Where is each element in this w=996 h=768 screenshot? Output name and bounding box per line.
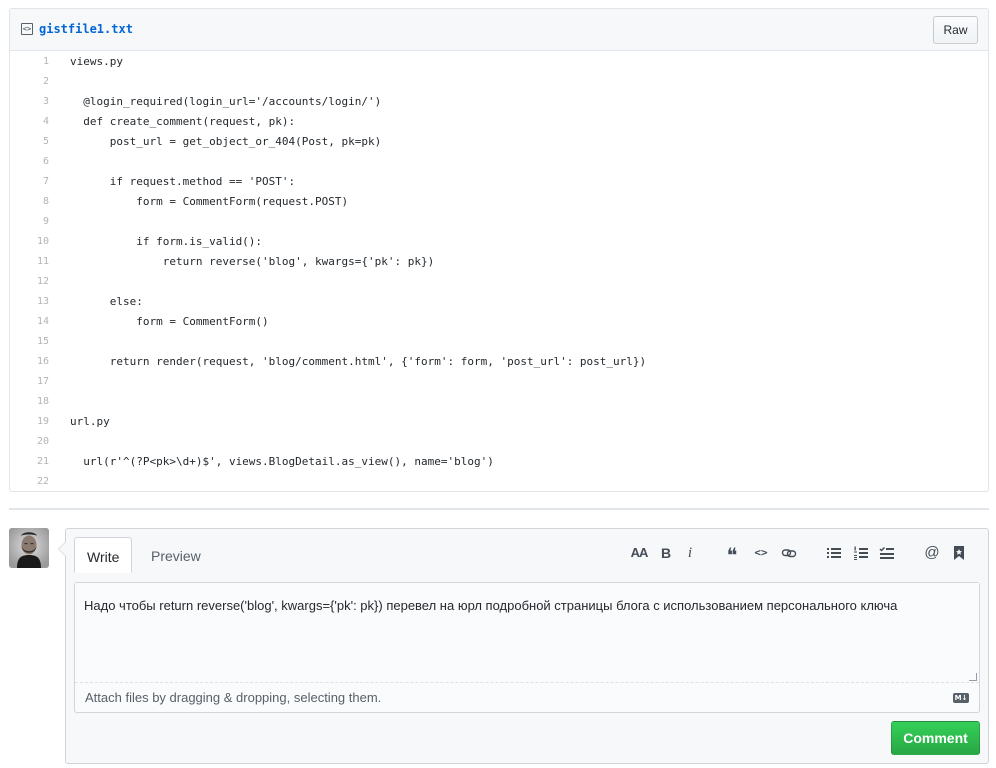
avatar[interactable] bbox=[9, 528, 49, 568]
raw-button[interactable]: Raw bbox=[933, 16, 978, 44]
line-number[interactable]: 6 bbox=[10, 156, 59, 167]
code-line: 7 if request.method == 'POST': bbox=[10, 171, 988, 191]
line-number[interactable]: 13 bbox=[10, 296, 59, 307]
code-line: 12 bbox=[10, 271, 988, 291]
italic-icon[interactable]: i bbox=[679, 541, 701, 565]
code-line: 11 return reverse('blog', kwargs={'pk': … bbox=[10, 251, 988, 271]
line-number[interactable]: 4 bbox=[10, 116, 59, 127]
code-line: 17 bbox=[10, 371, 988, 391]
tab-preview[interactable]: Preview bbox=[139, 537, 213, 573]
line-number[interactable]: 11 bbox=[10, 256, 59, 267]
code-line: 9 bbox=[10, 211, 988, 231]
line-number[interactable]: 22 bbox=[10, 476, 59, 487]
line-code: form = CommentForm(request.POST) bbox=[70, 194, 349, 208]
line-number[interactable]: 5 bbox=[10, 136, 59, 147]
code-view: 1 views.py 2 3 @login_required(login_url='/… bbox=[10, 51, 988, 491]
line-number[interactable]: 16 bbox=[10, 356, 59, 367]
line-number[interactable]: 10 bbox=[10, 236, 59, 247]
line-number[interactable]: 20 bbox=[10, 436, 59, 447]
line-code: if form.is_valid(): bbox=[70, 234, 263, 248]
link-icon[interactable] bbox=[778, 541, 800, 565]
line-number[interactable]: 17 bbox=[10, 376, 59, 387]
line-number[interactable]: 15 bbox=[10, 336, 59, 347]
line-number[interactable]: 1 bbox=[10, 56, 59, 67]
code-line: 14 form = CommentForm() bbox=[10, 311, 988, 331]
line-number[interactable]: 12 bbox=[10, 276, 59, 287]
portrait-image bbox=[9, 528, 49, 568]
comment-textarea[interactable]: Надо чтобы return reverse('blog', kwargs… bbox=[75, 583, 979, 683]
line-number[interactable]: 7 bbox=[10, 176, 59, 187]
comment-form: Write Preview AA B i ❝ <> @ Надо чтобы r… bbox=[58, 528, 989, 764]
line-number[interactable]: 3 bbox=[10, 96, 59, 107]
line-code: return render(request, 'blog/comment.htm… bbox=[70, 354, 647, 368]
code-line: 22 bbox=[10, 471, 988, 491]
line-number[interactable]: 21 bbox=[10, 456, 59, 467]
code-icon[interactable]: <> bbox=[750, 541, 772, 565]
code-line: 1 views.py bbox=[10, 51, 988, 71]
code-line: 8 form = CommentForm(request.POST) bbox=[10, 191, 988, 211]
file-header: <> gistfile1.txt Raw bbox=[10, 9, 988, 51]
code-line: 20 bbox=[10, 431, 988, 451]
line-number[interactable]: 9 bbox=[10, 216, 59, 227]
timeline-divider bbox=[9, 508, 989, 510]
code-line: 10 if form.is_valid(): bbox=[10, 231, 988, 251]
line-code: views.py bbox=[70, 54, 123, 68]
line-code: url.py bbox=[70, 414, 110, 428]
unordered-list-icon[interactable] bbox=[823, 541, 845, 565]
line-number[interactable]: 8 bbox=[10, 196, 59, 207]
code-line: 4 def create_comment(request, pk): bbox=[10, 111, 988, 131]
line-code: if request.method == 'POST': bbox=[70, 174, 296, 188]
code-line: 5 post_url = get_object_or_404(Post, pk=… bbox=[10, 131, 988, 151]
code-line: 15 bbox=[10, 331, 988, 351]
line-code: else: bbox=[70, 294, 143, 308]
resize-handle-icon[interactable] bbox=[969, 673, 977, 681]
line-code: def create_comment(request, pk): bbox=[70, 114, 296, 128]
line-number[interactable]: 19 bbox=[10, 416, 59, 427]
quote-icon[interactable]: ❝ bbox=[721, 541, 743, 567]
markdown-toolbar: AA B i ❝ <> @ bbox=[628, 541, 988, 567]
file-name-link[interactable]: gistfile1.txt bbox=[39, 22, 133, 36]
line-number[interactable]: 18 bbox=[10, 396, 59, 407]
code-line: 6 bbox=[10, 151, 988, 171]
comment-submit-button[interactable]: Comment bbox=[891, 721, 980, 755]
gist-file: <> gistfile1.txt Raw 1 views.py 2 3 @login_… bbox=[9, 8, 989, 492]
code-line: 13 else: bbox=[10, 291, 988, 311]
saved-reply-icon[interactable] bbox=[948, 541, 970, 565]
write-area: Надо чтобы return reverse('blog', kwargs… bbox=[74, 582, 980, 713]
bold-icon[interactable]: B bbox=[655, 541, 677, 565]
task-list-icon[interactable] bbox=[876, 541, 898, 565]
line-code: @login_required(login_url='/accounts/log… bbox=[70, 94, 382, 108]
code-line: 2 bbox=[10, 71, 988, 91]
line-code: form = CommentForm() bbox=[70, 314, 269, 328]
tab-write[interactable]: Write bbox=[74, 537, 133, 573]
code-line: 16 return render(request, 'blog/comment.… bbox=[10, 351, 988, 371]
heading-icon[interactable]: AA bbox=[628, 541, 650, 565]
line-code: return reverse('blog', kwargs={'pk': pk}… bbox=[70, 254, 435, 268]
markdown-icon[interactable]: M↓ bbox=[953, 693, 969, 703]
line-number[interactable]: 2 bbox=[10, 76, 59, 87]
code-line: 18 bbox=[10, 391, 988, 411]
line-code: url(r'^(?P<pk>\d+)$', views.BlogDetail.a… bbox=[70, 454, 494, 468]
line-number[interactable]: 14 bbox=[10, 316, 59, 327]
attach-files-hint[interactable]: Attach files by dragging & dropping, sel… bbox=[85, 690, 381, 705]
line-code: post_url = get_object_or_404(Post, pk=pk… bbox=[70, 134, 382, 148]
code-line: 3 @login_required(login_url='/accounts/l… bbox=[10, 91, 988, 111]
ordered-list-icon[interactable] bbox=[850, 541, 872, 565]
code-line: 21 url(r'^(?P<pk>\d+)$', views.BlogDetai… bbox=[10, 451, 988, 471]
code-file-icon: <> bbox=[21, 23, 33, 35]
mention-icon[interactable]: @ bbox=[921, 541, 943, 565]
code-line: 19 url.py bbox=[10, 411, 988, 431]
